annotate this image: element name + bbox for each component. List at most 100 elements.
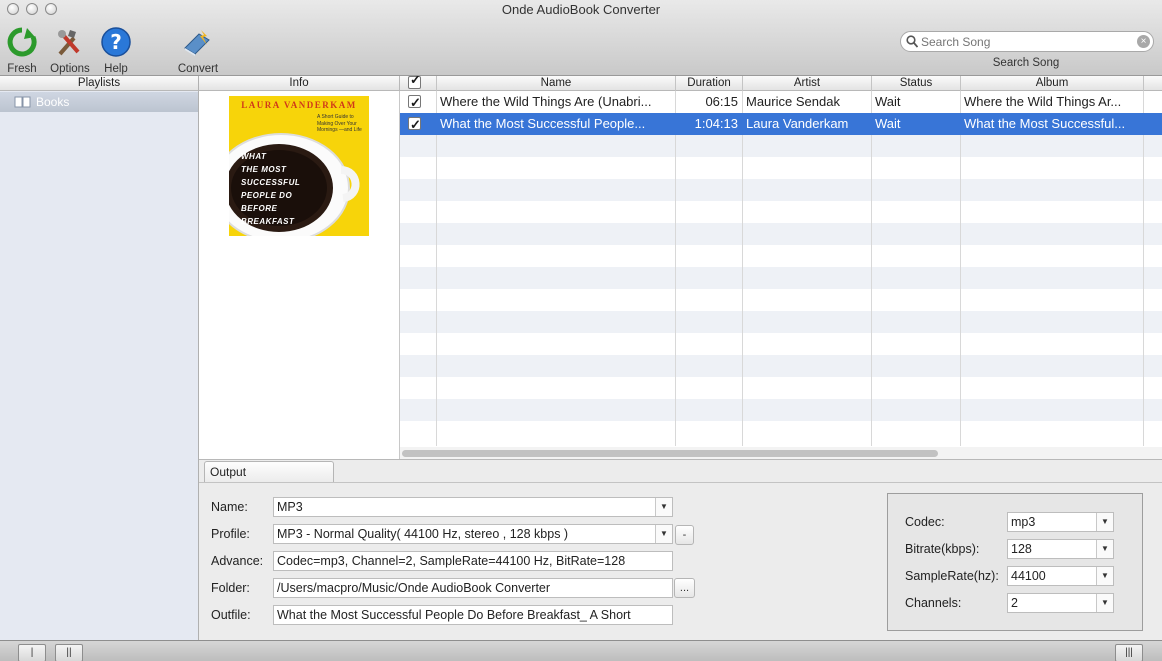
cell-duration: 1:04:13 [694,116,738,131]
codec-label: Codec: [905,515,945,529]
table-row-selected[interactable]: What the Most Successful People... 1:04:… [400,113,1162,136]
column-duration[interactable]: Duration [676,76,743,91]
cell-artist: Maurice Sendak [746,94,840,109]
empty-row [400,355,1162,377]
fresh-button[interactable]: Fresh [0,26,48,75]
table-row[interactable]: Where the Wild Things Are (Unabri... 06:… [400,91,1162,114]
cell-artist: Laura Vanderkam [746,116,849,131]
chevron-down-icon[interactable]: ▼ [655,525,672,543]
convert-icon [184,30,210,56]
name-select[interactable]: MP3 ▼ [273,497,673,517]
cover-title-line: WHAT [241,152,267,161]
chevron-down-icon[interactable]: ▼ [1096,513,1113,531]
info-header: Info [199,76,400,91]
bottom-bar: | || ||| [0,640,1162,661]
search-field[interactable]: × [900,31,1154,52]
name-value: MP3 [277,500,303,514]
bitrate-value: 128 [1011,542,1032,556]
folder-field[interactable]: /Users/macpro/Music/Onde AudioBook Conve… [273,578,673,598]
row-checkbox[interactable] [408,114,421,136]
remove-profile-button[interactable]: - [675,525,694,545]
empty-row [400,267,1162,289]
codec-value: mp3 [1011,515,1036,529]
playlists-header: Playlists [0,76,199,91]
cell-status: Wait [875,116,901,131]
cell-duration: 06:15 [705,94,738,109]
cover-title: WHAT THE MOST SUCCESSFUL PEOPLE DO BEFOR… [241,150,300,228]
title-bar: Onde AudioBook Converter Fresh Options ?… [0,0,1162,76]
song-table: Name Duration Artist Status Album Where … [400,76,1162,459]
column-divider [436,91,437,446]
output-panel: Output Name: MP3 ▼ Profile: MP3 - Normal… [199,459,1162,640]
clear-search-icon[interactable]: × [1137,35,1150,48]
chevron-down-icon[interactable]: ▼ [1096,567,1113,585]
browse-folder-button[interactable]: ... [674,578,695,598]
svg-text:?: ? [110,30,122,54]
info-panel: LAURA VANDERKAM A Short Guide to Making … [199,91,400,459]
column-divider [871,91,872,446]
chevron-down-icon[interactable]: ▼ [1096,540,1113,558]
empty-row [400,223,1162,245]
refresh-icon [7,27,37,57]
sidebar-item-books[interactable]: Books [0,92,198,112]
album-cover: LAURA VANDERKAM A Short Guide to Making … [229,96,369,236]
channels-select[interactable]: 2 ▼ [1007,593,1114,613]
column-divider [960,91,961,446]
fresh-label: Fresh [7,63,37,75]
profile-select[interactable]: MP3 - Normal Quality( 44100 Hz, stereo ,… [273,524,673,544]
help-label: Help [104,63,128,75]
cell-album: Where the Wild Things Ar... [964,94,1122,109]
horizontal-scrollbar[interactable] [400,447,1162,459]
search-input[interactable] [921,33,1133,50]
cell-status: Wait [875,94,901,109]
cover-title-line: BREAKFAST [241,217,295,226]
sidebar-item-label: Books [36,95,70,109]
chevron-down-icon[interactable]: ▼ [655,498,672,516]
row-checkbox[interactable] [408,92,421,114]
window-title: Onde AudioBook Converter [501,2,661,17]
samplerate-select[interactable]: 44100 ▼ [1007,566,1114,586]
channels-label: Channels: [905,596,962,610]
select-all-column[interactable] [400,76,437,91]
empty-row [400,179,1162,201]
cell-name: What the Most Successful People... [440,116,646,131]
toggle-info-button[interactable]: || [55,644,83,661]
column-album[interactable]: Album [961,76,1144,91]
cell-album: What the Most Successful... [964,116,1126,131]
book-icon [14,96,31,108]
toggle-sidebar-button[interactable]: | [18,644,46,661]
search-caption: Search Song [992,57,1060,69]
convert-button[interactable]: Convert [172,26,224,75]
cell-name: Where the Wild Things Are (Unabri... [440,94,652,109]
chevron-down-icon[interactable]: ▼ [1096,594,1113,612]
column-name[interactable]: Name [437,76,676,91]
playlists-sidebar: Books [0,91,199,640]
profile-value: MP3 - Normal Quality( 44100 Hz, stereo ,… [277,527,569,541]
name-label: Name: [211,500,248,514]
empty-row [400,399,1162,421]
tab-output[interactable]: Output [204,461,334,482]
bitrate-select[interactable]: 128 ▼ [1007,539,1114,559]
toggle-columns-button[interactable]: ||| [1115,644,1143,661]
codec-settings-box: Codec: mp3 ▼ Bitrate(kbps): 128 ▼ Sample… [887,493,1143,631]
column-divider [1143,91,1144,446]
help-button[interactable]: ? Help [90,26,142,75]
cover-title-line: BEFORE [241,204,278,213]
channels-value: 2 [1011,596,1018,610]
cover-title-line: THE MOST [241,165,287,174]
outfile-label: Outfile: [211,608,251,622]
column-status[interactable]: Status [872,76,961,91]
advance-field[interactable]: Codec=mp3, Channel=2, SampleRate=44100 H… [273,551,673,571]
codec-select[interactable]: mp3 ▼ [1007,512,1114,532]
options-button[interactable]: Options [44,26,96,75]
samplerate-value: 44100 [1011,569,1046,583]
advance-label: Advance: [211,554,264,568]
outfile-field[interactable]: What the Most Successful People Do Befor… [273,605,673,625]
column-artist[interactable]: Artist [743,76,872,91]
profile-label: Profile: [211,527,250,541]
scrollbar-thumb[interactable] [402,450,938,457]
options-label: Options [50,63,90,75]
help-icon: ? [101,27,131,57]
output-settings: Name: MP3 ▼ Profile: MP3 - Normal Qualit… [199,482,1162,641]
select-all-checkbox[interactable] [408,76,421,89]
